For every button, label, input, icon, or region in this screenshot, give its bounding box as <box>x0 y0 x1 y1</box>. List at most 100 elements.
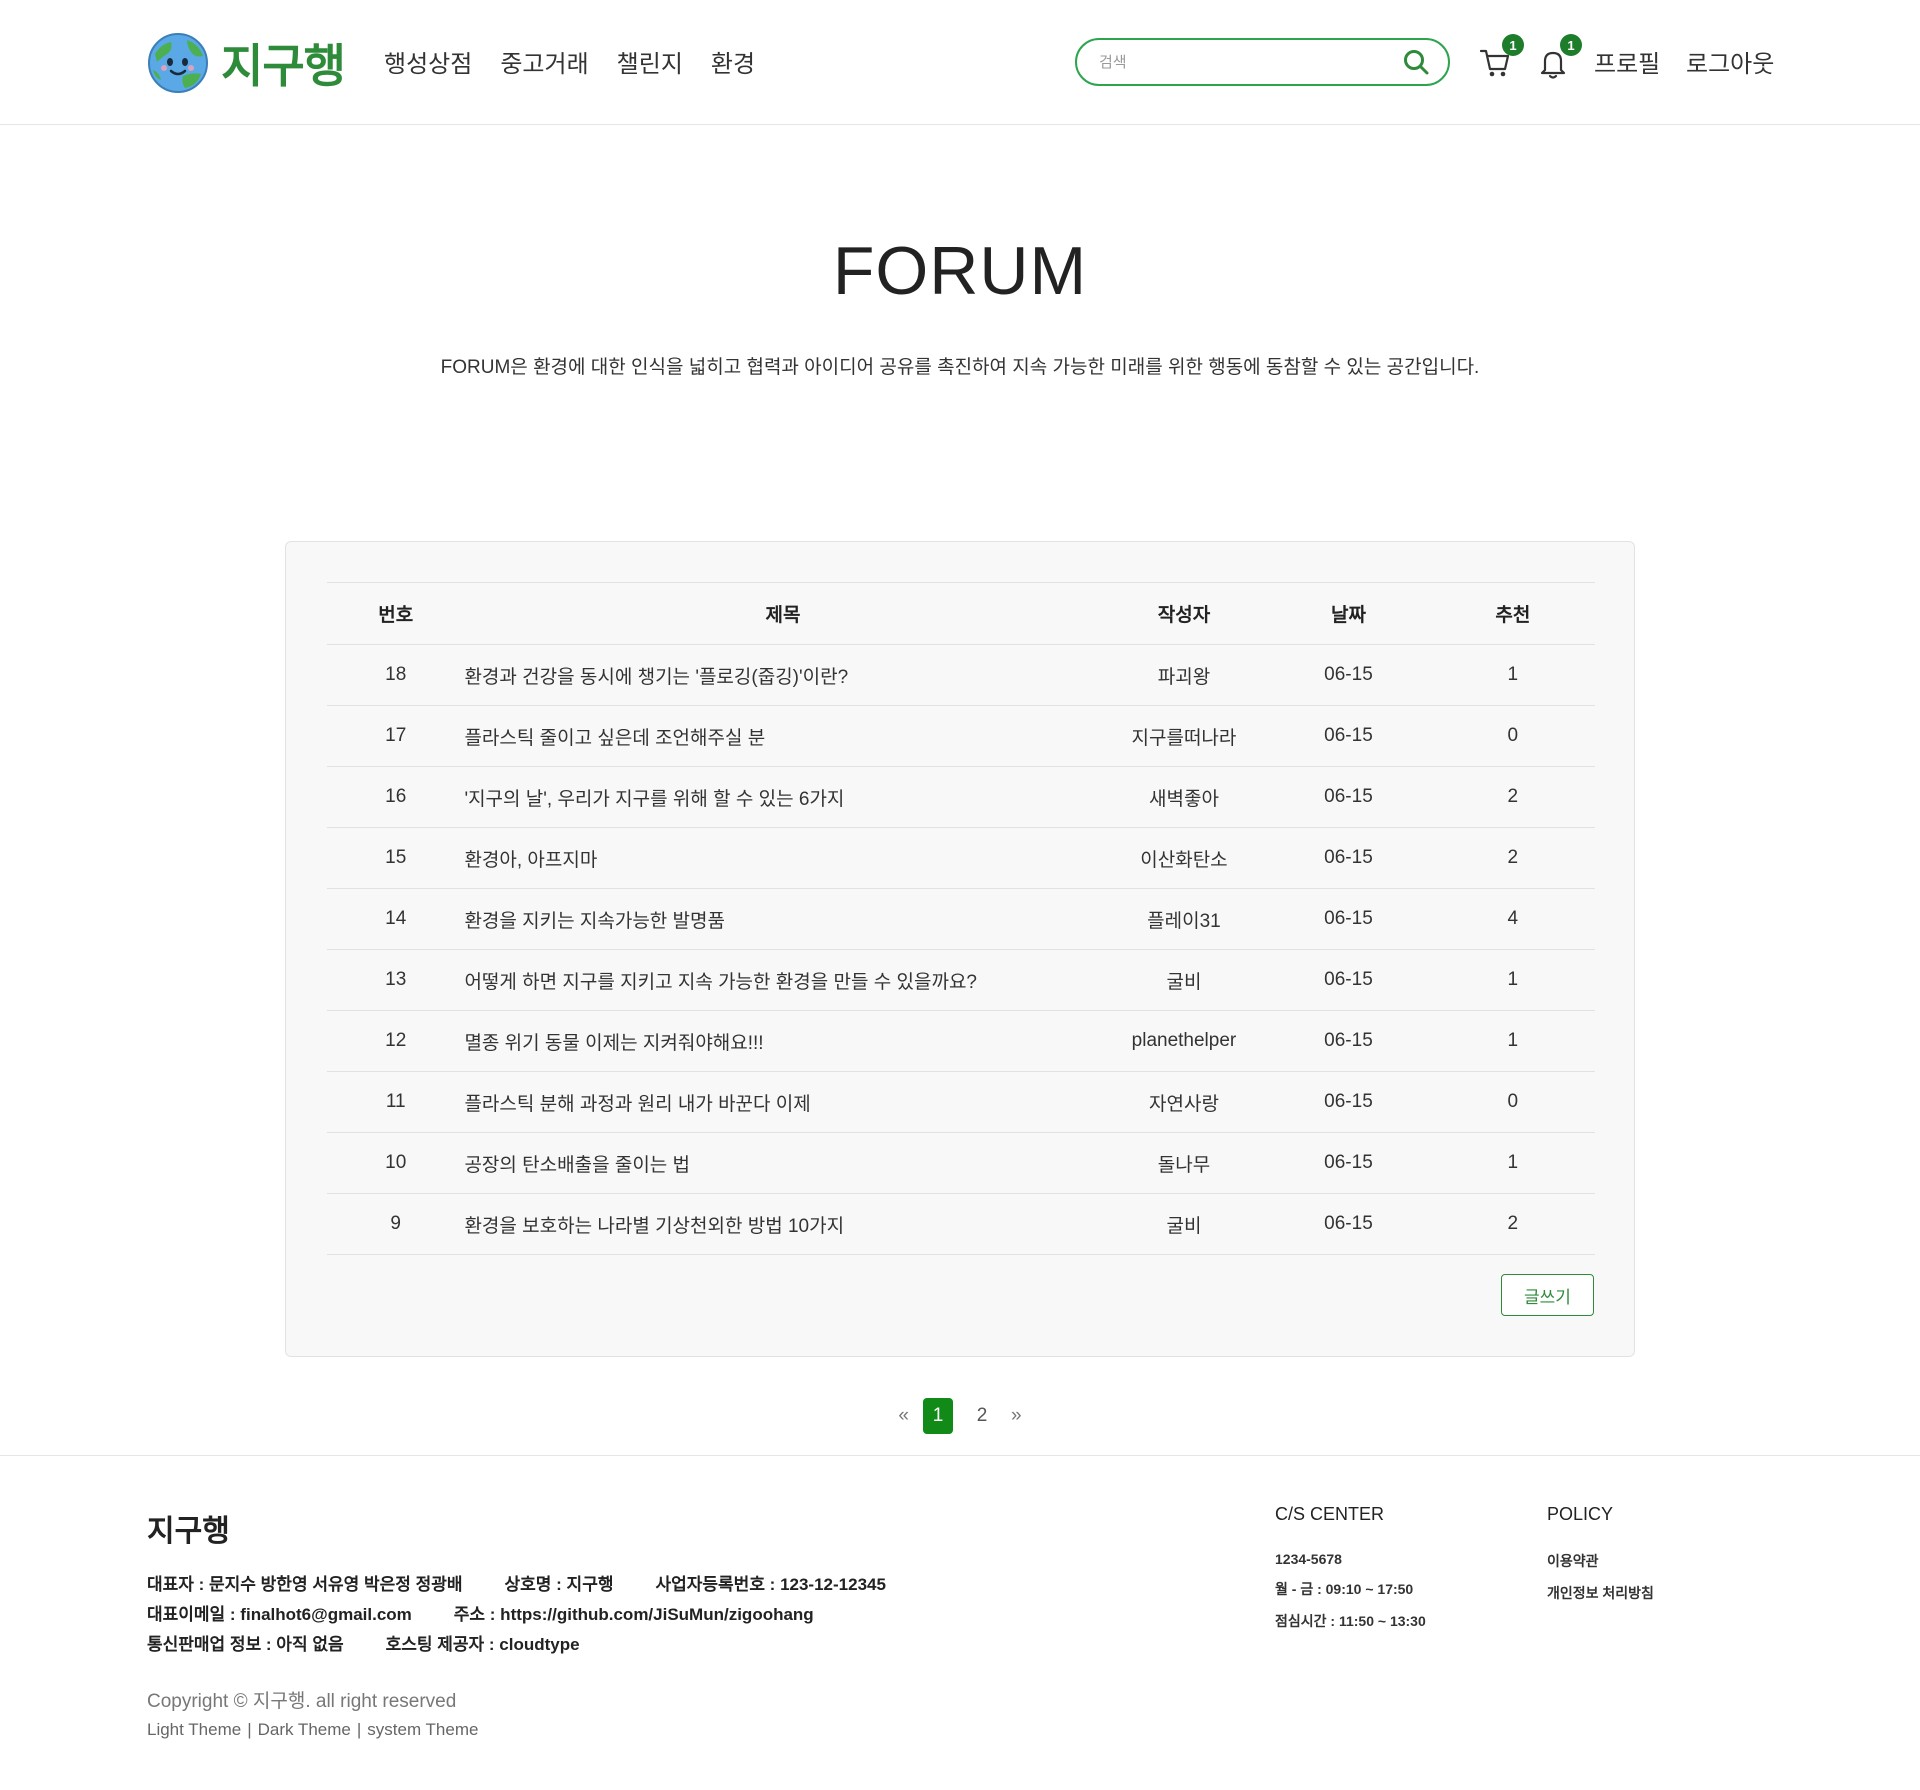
cs-center-title: C/S CENTER <box>1275 1504 1385 1524</box>
post-title-link[interactable]: 환경을 지키는 지속가능한 발명품 <box>464 911 725 932</box>
table-row[interactable]: 13 어떻게 하면 지구를 지키고 지속 가능한 환경을 만들 수 있을까요? … <box>327 949 1595 1011</box>
search-input[interactable] <box>1099 53 1402 71</box>
notification-button[interactable]: 1 <box>1536 34 1582 80</box>
row-author: 파괴왕 <box>1101 644 1267 706</box>
notification-count-badge: 1 <box>1560 34 1582 56</box>
row-num: 15 <box>327 827 465 889</box>
footer-company-name: 상호명 : 지구행 <box>504 1575 614 1594</box>
row-author: 굴비 <box>1101 949 1267 1011</box>
table-row[interactable]: 10 공장의 탄소배출을 줄이는 법 돌나무 06-15 1 <box>327 1132 1595 1194</box>
table-row[interactable]: 14 환경을 지키는 지속가능한 발명품 플레이31 06-15 4 <box>327 888 1595 950</box>
theme-switcher: Light Theme | Dark Theme | system Theme <box>147 1720 478 1740</box>
row-recommend: 2 <box>1430 766 1595 828</box>
cs-lunch: 점심시간 : 11:50 ~ 13:30 <box>1275 1613 1426 1629</box>
row-num: 13 <box>327 949 465 1011</box>
profile-link[interactable]: 프로필 <box>1594 44 1660 79</box>
post-title-link[interactable]: 환경아, 아프지마 <box>464 850 597 871</box>
globe-logo-icon <box>148 33 208 93</box>
page-2-button[interactable]: 2 <box>967 1398 997 1434</box>
row-date: 06-15 <box>1266 644 1431 706</box>
cs-phone: 1234-5678 <box>1275 1551 1342 1567</box>
logout-link[interactable]: 로그아웃 <box>1686 44 1774 79</box>
forum-card: 번호 제목 작성자 날짜 추천 18 환경과 건강을 동시에 챙기는 '플로깅(… <box>285 541 1635 1357</box>
post-title-link[interactable]: 플라스틱 분해 과정과 원리 내가 바꾼다 이제 <box>464 1094 810 1115</box>
table-row[interactable]: 11 플라스틱 분해 과정과 원리 내가 바꾼다 이제 자연사랑 06-15 0 <box>327 1071 1595 1133</box>
row-num: 11 <box>327 1071 465 1133</box>
search-box <box>1075 38 1450 86</box>
theme-separator: | <box>247 1720 252 1739</box>
row-author: 돌나무 <box>1101 1132 1267 1194</box>
table-row[interactable]: 16 '지구의 날', 우리가 지구를 위해 할 수 있는 6가지 새벽좋아 0… <box>327 766 1595 828</box>
footer-business-number: 사업자등록번호 : 123-12-12345 <box>655 1575 886 1594</box>
table-row[interactable]: 18 환경과 건강을 동시에 챙기는 '플로깅(줍깅)'이란? 파괴왕 06-1… <box>327 644 1595 706</box>
footer-info-line-1: 대표자 : 문지수 방한영 서유영 박은정 정광배 상호명 : 지구행 사업자등… <box>147 1570 886 1595</box>
cs-hours: 월 - 금 : 09:10 ~ 17:50 <box>1275 1581 1414 1597</box>
footer-brand: 지구행 <box>147 1515 230 1548</box>
nav-item-used-trade[interactable]: 중고거래 <box>500 44 588 79</box>
post-title-link[interactable]: 멸종 위기 동물 이제는 지켜줘야해요!!! <box>464 1033 763 1054</box>
theme-separator: | <box>356 1720 362 1739</box>
row-num: 10 <box>327 1132 465 1194</box>
row-num: 17 <box>327 705 465 767</box>
row-recommend: 2 <box>1430 827 1595 889</box>
row-author: planethelper <box>1101 1010 1267 1072</box>
site-footer: 지구행 대표자 : 문지수 방한영 서유영 박은정 정광배 상호명 : 지구행 … <box>0 1455 1920 1790</box>
footer-hosting: 호스팅 제공자 : cloudtype <box>385 1635 580 1654</box>
row-author: 지구를떠나라 <box>1101 705 1267 767</box>
footer-commerce-info: 통신판매업 정보 : 아직 없음 <box>147 1635 344 1654</box>
table-row[interactable]: 15 환경아, 아프지마 이산화탄소 06-15 2 <box>327 827 1595 889</box>
post-title-link[interactable]: 어떻게 하면 지구를 지키고 지속 가능한 환경을 만들 수 있을까요? <box>464 972 977 993</box>
footer-representative: 대표자 : 문지수 방한영 서유영 박은정 정광배 <box>147 1575 463 1594</box>
cart-button[interactable]: 1 <box>1478 34 1524 80</box>
page-description: FORUM은 환경에 대한 인식을 넓히고 협력과 아이디어 공유를 촉진하여 … <box>440 357 1480 378</box>
row-recommend: 1 <box>1430 1010 1595 1072</box>
nav-item-challenge[interactable]: 챌린지 <box>617 44 683 79</box>
row-recommend: 0 <box>1430 705 1595 767</box>
table-row[interactable]: 17 플라스틱 줄이고 싶은데 조언해주실 분 지구를떠나라 06-15 0 <box>327 705 1595 767</box>
post-title-link[interactable]: 플라스틱 줄이고 싶은데 조언해주실 분 <box>464 728 765 749</box>
terms-link[interactable]: 이용약관 <box>1547 1551 1654 1571</box>
page-1-button[interactable]: 1 <box>923 1398 953 1434</box>
system-theme-link[interactable]: system Theme <box>367 1720 478 1740</box>
row-date: 06-15 <box>1266 949 1431 1011</box>
dark-theme-link[interactable]: Dark Theme <box>258 1720 351 1740</box>
row-date: 06-15 <box>1266 1193 1431 1255</box>
post-title-link[interactable]: 공장의 탄소배출을 줄이는 법 <box>464 1155 690 1176</box>
pagination-prev[interactable]: « <box>898 1405 909 1427</box>
table-row[interactable]: 9 환경을 보호하는 나라별 기상천외한 방법 10가지 굴비 06-15 2 <box>327 1193 1595 1255</box>
privacy-policy-link[interactable]: 개인정보 처리방침 <box>1547 1583 1654 1603</box>
write-post-button[interactable]: 글쓰기 <box>1501 1274 1594 1316</box>
row-author: 자연사랑 <box>1101 1071 1267 1133</box>
row-num: 9 <box>327 1193 465 1255</box>
site-header: 지구행 행성상점 중고거래 챌린지 환경 1 1 프로필 로그아웃 <box>0 0 1920 125</box>
logo[interactable]: 지구행 <box>147 30 346 96</box>
post-title-link[interactable]: 환경을 보호하는 나라별 기상천외한 방법 10가지 <box>464 1216 844 1237</box>
nav-item-planet-store[interactable]: 행성상점 <box>384 44 472 79</box>
cs-center-column: C/S CENTER 1234-5678 월 - 금 : 09:10 ~ 17:… <box>1275 1504 1426 1643</box>
row-date: 06-15 <box>1266 1071 1431 1133</box>
table-row[interactable]: 12 멸종 위기 동물 이제는 지켜줘야해요!!! planethelper 0… <box>327 1010 1595 1072</box>
logo-text: 지구행 <box>221 40 346 92</box>
search-icon[interactable] <box>1402 48 1430 76</box>
col-header-date: 날짜 <box>1266 582 1431 645</box>
footer-info-line-3: 통신판매업 정보 : 아직 없음 호스팅 제공자 : cloudtype <box>147 1630 580 1655</box>
policy-column: POLICY 이용약관 개인정보 처리방침 <box>1547 1504 1654 1615</box>
post-title-link[interactable]: '지구의 날', 우리가 지구를 위해 할 수 있는 6가지 <box>464 789 844 810</box>
row-num: 16 <box>327 766 465 828</box>
row-date: 06-15 <box>1266 1132 1431 1194</box>
row-recommend: 0 <box>1430 1071 1595 1133</box>
row-author: 플레이31 <box>1101 888 1267 950</box>
pagination-next[interactable]: » <box>1011 1405 1022 1427</box>
row-author: 굴비 <box>1101 1193 1267 1255</box>
row-recommend: 1 <box>1430 1132 1595 1194</box>
row-num: 12 <box>327 1010 465 1072</box>
post-title-link[interactable]: 환경과 건강을 동시에 챙기는 '플로깅(줍깅)'이란? <box>464 667 848 688</box>
col-header-title: 제목 <box>464 582 1102 645</box>
row-recommend: 4 <box>1430 888 1595 950</box>
row-author: 이산화탄소 <box>1101 827 1267 889</box>
forum-table: 번호 제목 작성자 날짜 추천 18 환경과 건강을 동시에 챙기는 '플로깅(… <box>327 582 1595 1255</box>
light-theme-link[interactable]: Light Theme <box>147 1720 241 1740</box>
row-date: 06-15 <box>1266 888 1431 950</box>
nav-item-environment[interactable]: 환경 <box>711 44 755 79</box>
table-header-row: 번호 제목 작성자 날짜 추천 <box>327 582 1595 645</box>
